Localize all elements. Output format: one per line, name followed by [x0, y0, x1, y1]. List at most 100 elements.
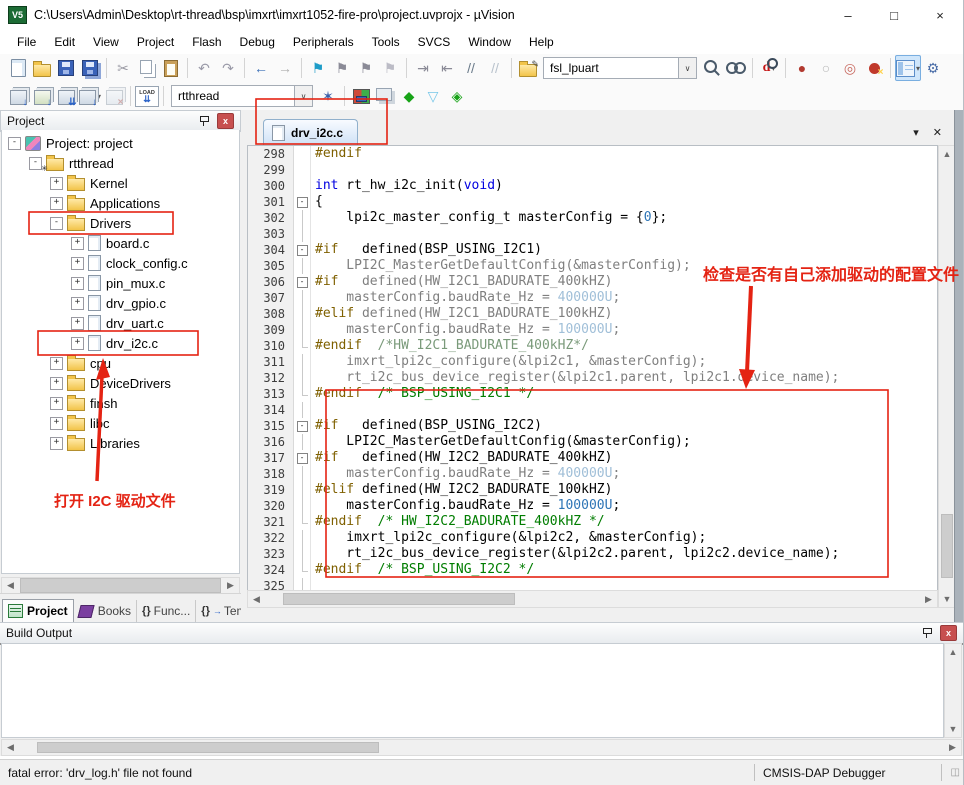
scroll-left-icon[interactable]: ◀ [248, 594, 265, 605]
rebuild-all-button[interactable] [54, 84, 78, 108]
expander-icon[interactable]: + [50, 177, 63, 190]
expander-icon[interactable]: + [50, 397, 63, 410]
expander-icon[interactable]: + [71, 317, 84, 330]
fold-margin[interactable] [294, 306, 311, 322]
bookmark-prev-button[interactable]: ⚑ [354, 56, 378, 80]
fold-margin[interactable]: - [294, 418, 311, 434]
tab-close-icon[interactable]: ✕ [933, 126, 942, 139]
close-button[interactable]: × [917, 0, 963, 30]
disable-all-breakpoints-button[interactable]: ◎ [838, 56, 862, 80]
fold-margin[interactable] [294, 322, 311, 338]
fold-margin[interactable] [294, 178, 311, 194]
fold-margin[interactable] [294, 370, 311, 386]
fold-margin[interactable]: - [294, 242, 311, 258]
expander-icon[interactable]: + [71, 297, 84, 310]
insert-breakpoint-button[interactable]: ● [790, 56, 814, 80]
code-editor[interactable]: 298#endif299300int rt_hw_i2c_init(void)3… [247, 145, 938, 608]
expander-icon[interactable]: + [71, 337, 84, 350]
tree-item-cpu[interactable]: +cpu [2, 353, 239, 373]
fold-margin[interactable] [294, 338, 311, 354]
menu-debug[interactable]: Debug [231, 32, 284, 52]
incremental-find-button[interactable] [724, 56, 748, 80]
navigate-forward-button[interactable]: → [273, 56, 297, 80]
menu-peripherals[interactable]: Peripherals [284, 32, 363, 52]
indent-button[interactable]: ⇥ [411, 56, 435, 80]
tree-item-libc[interactable]: +libc [2, 413, 239, 433]
fold-margin[interactable] [294, 434, 311, 450]
pin-icon[interactable] [922, 627, 932, 639]
undo-button[interactable]: ↶ [192, 56, 216, 80]
scroll-left-icon[interactable]: ◀ [2, 742, 19, 753]
advanced-find-button[interactable]: d▾ [757, 56, 781, 80]
scroll-right-icon[interactable]: ▶ [944, 742, 961, 753]
page-tab-books[interactable]: Books [74, 600, 137, 622]
tree-item-libraries[interactable]: +Libraries [2, 433, 239, 453]
editor-hscrollbar[interactable]: ◀ ▶ [247, 590, 938, 608]
menu-svcs[interactable]: SVCS [409, 32, 460, 52]
pin-icon[interactable] [199, 115, 209, 127]
minimize-button[interactable]: – [825, 0, 871, 30]
options-for-target-button[interactable] [349, 84, 373, 108]
expander-icon[interactable]: + [50, 377, 63, 390]
fold-margin[interactable]: - [294, 194, 311, 210]
navigate-back-button[interactable]: ← [249, 56, 273, 80]
expander-icon[interactable]: + [50, 197, 63, 210]
menu-flash[interactable]: Flash [183, 32, 230, 52]
expander-icon[interactable]: + [71, 277, 84, 290]
search-combo-dropdown-icon[interactable]: ∨ [678, 58, 696, 78]
menu-edit[interactable]: Edit [45, 32, 84, 52]
fold-collapse-icon[interactable]: - [297, 197, 308, 208]
batch-build-button-dropdown-icon[interactable]: ▾ [97, 92, 101, 101]
maximize-button[interactable]: □ [871, 0, 917, 30]
tree-item-project-project[interactable]: -Project: project [2, 133, 239, 153]
expander-icon[interactable]: + [71, 237, 84, 250]
scroll-up-icon[interactable]: ▲ [943, 146, 952, 162]
bookmark-next-button[interactable]: ⚑ [330, 56, 354, 80]
menu-view[interactable]: View [84, 32, 128, 52]
expander-icon[interactable]: - [50, 217, 63, 230]
tree-item-finsh[interactable]: +finsh [2, 393, 239, 413]
page-tab-project[interactable]: Project [2, 599, 74, 622]
editor-vscroll-thumb[interactable] [941, 514, 953, 578]
fold-margin[interactable] [294, 514, 311, 530]
disable-breakpoint-button[interactable]: ○ [814, 56, 838, 80]
scroll-down-icon[interactable]: ▼ [949, 721, 958, 737]
resize-grip-icon[interactable]: ◫ [951, 767, 960, 778]
build-output-close-icon[interactable]: x [940, 625, 957, 641]
build-button[interactable] [30, 84, 54, 108]
tree-item-drv-i2c-c[interactable]: +drv_i2c.c [2, 333, 239, 353]
fold-collapse-icon[interactable]: - [297, 277, 308, 288]
window-layout-button[interactable]: ▾ [895, 55, 921, 81]
fold-margin[interactable] [294, 562, 311, 578]
fold-margin[interactable] [294, 226, 311, 242]
tree-hscrollbar[interactable]: ◀ ▶ [1, 577, 240, 594]
fold-margin[interactable] [294, 482, 311, 498]
tree-item-drv-gpio-c[interactable]: +drv_gpio.c [2, 293, 239, 313]
menu-help[interactable]: Help [520, 32, 563, 52]
build-output-hscrollbar[interactable]: ◀ ▶ [1, 739, 962, 756]
find-in-files-button[interactable] [516, 56, 540, 80]
fold-margin[interactable] [294, 290, 311, 306]
page-tab-functions[interactable]: {}Func... [137, 600, 196, 622]
fold-collapse-icon[interactable]: - [297, 453, 308, 464]
manage-project-items-button[interactable] [373, 84, 397, 108]
menu-project[interactable]: Project [128, 32, 183, 52]
tree-item-applications[interactable]: +Applications [2, 193, 239, 213]
tab-list-dropdown-icon[interactable]: ▾ [913, 126, 919, 139]
fold-margin[interactable] [294, 386, 311, 402]
fold-margin[interactable] [294, 210, 311, 226]
paste-button[interactable] [159, 56, 183, 80]
fold-margin[interactable] [294, 162, 311, 178]
copy-button[interactable] [135, 56, 159, 80]
build-output-hscroll-thumb[interactable] [37, 742, 379, 753]
editor-hscroll-thumb[interactable] [283, 593, 515, 605]
tree-item-clock-config-c[interactable]: +clock_config.c [2, 253, 239, 273]
expander-icon[interactable]: - [8, 137, 21, 150]
save-button[interactable] [54, 56, 78, 80]
fold-margin[interactable] [294, 546, 311, 562]
redo-button[interactable]: ↷ [216, 56, 240, 80]
cut-button[interactable]: ✂ [111, 56, 135, 80]
fold-margin[interactable] [294, 530, 311, 546]
target-combo[interactable]: rtthread∨ [171, 85, 313, 107]
build-output-vscrollbar[interactable]: ▲ ▼ [944, 643, 962, 738]
